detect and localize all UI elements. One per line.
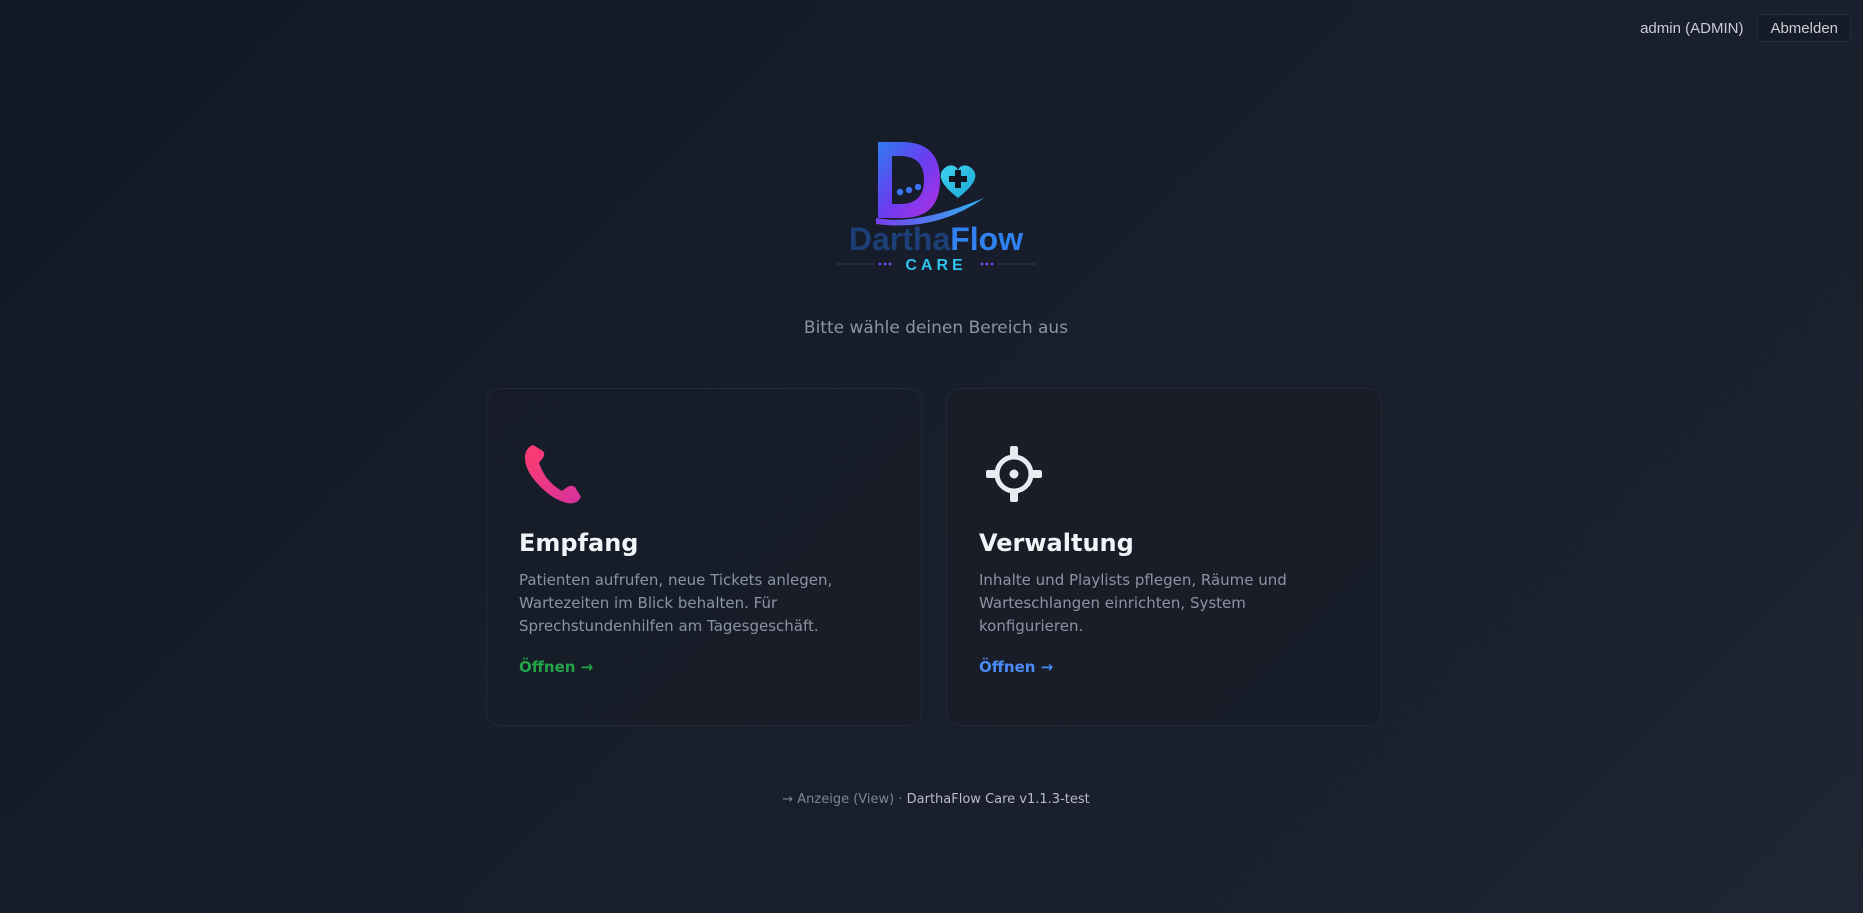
logout-button[interactable]: Abmelden	[1757, 14, 1851, 42]
logo-text-dartha: Dartha	[849, 221, 951, 257]
card-empfang[interactable]: Empfang Patienten aufrufen, neue Tickets…	[486, 388, 922, 726]
footer: → Anzeige (View) · DarthaFlow Care v1.1.…	[0, 792, 1863, 807]
user-label: admin (ADMIN)	[1640, 19, 1744, 37]
view-display-link[interactable]: → Anzeige (View)	[782, 792, 894, 807]
darthaflow-care-logo: DarthaFlow CARE	[836, 142, 1036, 274]
card-title: Empfang	[519, 529, 639, 557]
top-bar: admin (ADMIN) Abmelden	[1640, 14, 1851, 42]
card-verwaltung[interactable]: Verwaltung Inhalte und Playlists pflegen…	[946, 388, 1382, 726]
area-cards: Empfang Patienten aufrufen, neue Tickets…	[486, 388, 1382, 726]
logo-text-flow: Flow	[950, 221, 1023, 257]
card-description: Inhalte und Playlists pflegen, Räume und…	[979, 571, 1287, 635]
gear-icon	[986, 446, 1042, 502]
open-empfang-link[interactable]: Öffnen →	[519, 658, 593, 676]
card-description: Patienten aufrufen, neue Tickets anlegen…	[519, 571, 833, 635]
open-verwaltung-link[interactable]: Öffnen →	[979, 658, 1053, 676]
phone-icon	[524, 445, 581, 504]
footer-separator: ·	[898, 792, 903, 807]
page-subtitle: Bitte wähle deinen Bereich aus	[803, 318, 1069, 338]
card-title: Verwaltung	[979, 529, 1134, 557]
app-version: DarthaFlow Care v1.1.3-test	[906, 792, 1090, 807]
svg-text:DarthaFlow: DarthaFlow	[849, 221, 1023, 257]
logo-text-care: CARE	[905, 257, 966, 274]
